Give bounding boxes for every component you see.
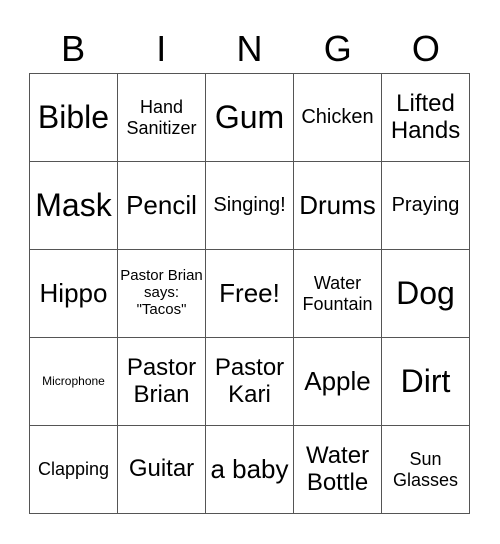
header-letter-g: G: [323, 28, 352, 69]
free-space-cell[interactable]: Free!: [206, 250, 294, 338]
bingo-cell[interactable]: Apple: [294, 338, 382, 426]
bingo-cell[interactable]: Water Fountain: [294, 250, 382, 338]
bingo-cell[interactable]: Dirt: [382, 338, 470, 426]
bingo-cell[interactable]: Clapping: [30, 426, 118, 514]
bingo-cell[interactable]: Pastor Kari: [206, 338, 294, 426]
bingo-cell[interactable]: Water Bottle: [294, 426, 382, 514]
bingo-cell[interactable]: Guitar: [118, 426, 206, 514]
bingo-cell[interactable]: Dog: [382, 250, 470, 338]
bingo-card-grid: Bible Hand Sanitizer Gum Chicken Lifted Hand…: [29, 73, 470, 514]
bingo-cell[interactable]: a baby: [206, 426, 294, 514]
bingo-cell[interactable]: Mask: [30, 162, 118, 250]
bingo-cell[interactable]: Hippo: [30, 250, 118, 338]
bingo-cell[interactable]: Hand Sanitizer: [118, 74, 206, 162]
bingo-cell[interactable]: Pencil: [118, 162, 206, 250]
header-letter-n: N: [236, 28, 263, 69]
bingo-cell[interactable]: Bible: [30, 74, 118, 162]
header-letter-b: B: [61, 28, 86, 69]
bingo-cell[interactable]: Praying: [382, 162, 470, 250]
header-letter-i: I: [156, 28, 167, 69]
bingo-cell[interactable]: Drums: [294, 162, 382, 250]
bingo-header: B I N G O: [29, 26, 470, 72]
bingo-cell[interactable]: Gum: [206, 74, 294, 162]
bingo-cell[interactable]: Singing!: [206, 162, 294, 250]
bingo-cell[interactable]: Lifted Hands: [382, 74, 470, 162]
bingo-cell[interactable]: Pastor Brian says: "Tacos": [118, 250, 206, 338]
bingo-cell[interactable]: Sun Glasses: [382, 426, 470, 514]
bingo-cell[interactable]: Chicken: [294, 74, 382, 162]
bingo-cell[interactable]: Microphone: [30, 338, 118, 426]
header-letter-o: O: [411, 28, 440, 69]
bingo-cell[interactable]: Pastor Brian: [118, 338, 206, 426]
